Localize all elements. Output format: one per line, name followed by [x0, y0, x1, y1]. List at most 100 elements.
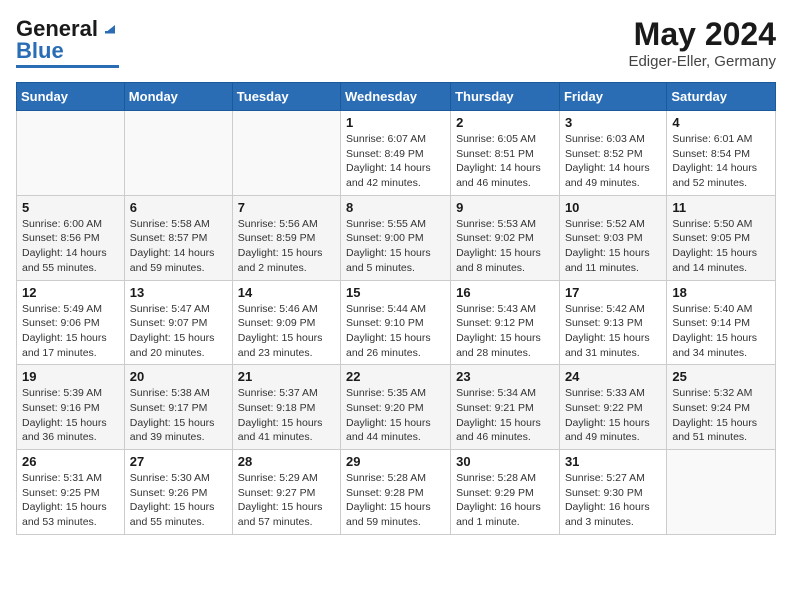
day-number: 1	[346, 115, 445, 130]
day-number: 25	[672, 369, 770, 384]
calendar-cell: 6 Sunrise: 5:58 AM Sunset: 8:57 PM Daylig…	[124, 195, 232, 280]
calendar-cell: 20 Sunrise: 5:38 AM Sunset: 9:17 PM Dayli…	[124, 365, 232, 450]
calendar-cell: 13 Sunrise: 5:47 AM Sunset: 9:07 PM Dayli…	[124, 280, 232, 365]
calendar-cell: 24 Sunrise: 5:33 AM Sunset: 9:22 PM Dayli…	[559, 365, 666, 450]
calendar-cell: 3 Sunrise: 6:03 AM Sunset: 8:52 PM Daylig…	[559, 111, 666, 196]
day-info: Sunrise: 5:47 AM Sunset: 9:07 PM Dayligh…	[130, 302, 227, 361]
day-info: Sunrise: 5:42 AM Sunset: 9:13 PM Dayligh…	[565, 302, 661, 361]
logo-underline	[16, 65, 119, 68]
day-info: Sunrise: 5:28 AM Sunset: 9:29 PM Dayligh…	[456, 471, 554, 530]
calendar-cell: 12Sunrise: 5:49 AM Sunset: 9:06 PM Dayli…	[17, 280, 125, 365]
calendar-cell: 9 Sunrise: 5:53 AM Sunset: 9:02 PM Daylig…	[451, 195, 560, 280]
calendar-cell: 14 Sunrise: 5:46 AM Sunset: 9:09 PM Dayli…	[232, 280, 340, 365]
calendar-week-row: 5 Sunrise: 6:00 AM Sunset: 8:56 PM Daylig…	[17, 195, 776, 280]
weekday-thursday: Thursday	[451, 83, 560, 111]
calendar-table: SundayMondayTuesdayWednesdayThursdayFrid…	[16, 82, 776, 535]
day-number: 23	[456, 369, 554, 384]
calendar-cell: 7Sunrise: 5:56 AM Sunset: 8:59 PM Daylig…	[232, 195, 340, 280]
day-info: Sunrise: 5:52 AM Sunset: 9:03 PM Dayligh…	[565, 217, 661, 276]
calendar-cell: 23Sunrise: 5:34 AM Sunset: 9:21 PM Dayli…	[451, 365, 560, 450]
day-info: Sunrise: 6:05 AM Sunset: 8:51 PM Dayligh…	[456, 132, 554, 191]
calendar-cell: 2 Sunrise: 6:05 AM Sunset: 8:51 PM Daylig…	[451, 111, 560, 196]
day-info: Sunrise: 5:53 AM Sunset: 9:02 PM Dayligh…	[456, 217, 554, 276]
day-number: 18	[672, 285, 770, 300]
day-info: Sunrise: 5:30 AM Sunset: 9:26 PM Dayligh…	[130, 471, 227, 530]
weekday-saturday: Saturday	[667, 83, 776, 111]
day-number: 10	[565, 200, 661, 215]
calendar-cell: 21 Sunrise: 5:37 AM Sunset: 9:18 PM Dayli…	[232, 365, 340, 450]
day-number: 9	[456, 200, 554, 215]
calendar-cell: 1 Sunrise: 6:07 AM Sunset: 8:49 PM Daylig…	[341, 111, 451, 196]
calendar-title: May 2024	[628, 16, 776, 53]
day-number: 27	[130, 454, 227, 469]
calendar-cell	[124, 111, 232, 196]
day-number: 21	[238, 369, 335, 384]
calendar-cell: 5 Sunrise: 6:00 AM Sunset: 8:56 PM Daylig…	[17, 195, 125, 280]
calendar-header: SundayMondayTuesdayWednesdayThursdayFrid…	[17, 83, 776, 111]
day-number: 5	[22, 200, 119, 215]
calendar-cell: 26Sunrise: 5:31 AM Sunset: 9:25 PM Dayli…	[17, 450, 125, 535]
calendar-cell	[17, 111, 125, 196]
day-info: Sunrise: 6:00 AM Sunset: 8:56 PM Dayligh…	[22, 217, 119, 276]
day-info: Sunrise: 6:07 AM Sunset: 8:49 PM Dayligh…	[346, 132, 445, 191]
logo-blue: Blue	[16, 38, 64, 64]
title-area: May 2024 Ediger-Eller, Germany	[628, 16, 776, 70]
calendar-week-row: 19 Sunrise: 5:39 AM Sunset: 9:16 PM Dayli…	[17, 365, 776, 450]
calendar-cell: 11Sunrise: 5:50 AM Sunset: 9:05 PM Dayli…	[667, 195, 776, 280]
calendar-cell	[232, 111, 340, 196]
calendar-cell: 16 Sunrise: 5:43 AM Sunset: 9:12 PM Dayli…	[451, 280, 560, 365]
weekday-sunday: Sunday	[17, 83, 125, 111]
calendar-cell: 25 Sunrise: 5:32 AM Sunset: 9:24 PM Dayli…	[667, 365, 776, 450]
day-number: 24	[565, 369, 661, 384]
day-info: Sunrise: 5:28 AM Sunset: 9:28 PM Dayligh…	[346, 471, 445, 530]
day-info: Sunrise: 5:46 AM Sunset: 9:09 PM Dayligh…	[238, 302, 335, 361]
day-info: Sunrise: 5:32 AM Sunset: 9:24 PM Dayligh…	[672, 386, 770, 445]
day-number: 6	[130, 200, 227, 215]
day-number: 4	[672, 115, 770, 130]
day-info: Sunrise: 5:44 AM Sunset: 9:10 PM Dayligh…	[346, 302, 445, 361]
calendar-cell: 15Sunrise: 5:44 AM Sunset: 9:10 PM Dayli…	[341, 280, 451, 365]
calendar-cell: 28Sunrise: 5:29 AM Sunset: 9:27 PM Dayli…	[232, 450, 340, 535]
day-number: 17	[565, 285, 661, 300]
day-info: Sunrise: 5:33 AM Sunset: 9:22 PM Dayligh…	[565, 386, 661, 445]
weekday-row: SundayMondayTuesdayWednesdayThursdayFrid…	[17, 83, 776, 111]
day-number: 19	[22, 369, 119, 384]
weekday-wednesday: Wednesday	[341, 83, 451, 111]
day-number: 7	[238, 200, 335, 215]
day-number: 12	[22, 285, 119, 300]
calendar-week-row: 12Sunrise: 5:49 AM Sunset: 9:06 PM Dayli…	[17, 280, 776, 365]
logo-arrow-icon	[101, 17, 119, 40]
page-header: General Blue May 2024 Ediger-Eller, Germ…	[16, 16, 776, 70]
calendar-cell: 18 Sunrise: 5:40 AM Sunset: 9:14 PM Dayli…	[667, 280, 776, 365]
day-info: Sunrise: 5:38 AM Sunset: 9:17 PM Dayligh…	[130, 386, 227, 445]
day-number: 2	[456, 115, 554, 130]
calendar-cell: 19 Sunrise: 5:39 AM Sunset: 9:16 PM Dayli…	[17, 365, 125, 450]
day-number: 3	[565, 115, 661, 130]
day-info: Sunrise: 5:50 AM Sunset: 9:05 PM Dayligh…	[672, 217, 770, 276]
day-info: Sunrise: 5:35 AM Sunset: 9:20 PM Dayligh…	[346, 386, 445, 445]
calendar-cell: 4Sunrise: 6:01 AM Sunset: 8:54 PM Daylig…	[667, 111, 776, 196]
calendar-subtitle: Ediger-Eller, Germany	[628, 53, 776, 70]
day-info: Sunrise: 5:43 AM Sunset: 9:12 PM Dayligh…	[456, 302, 554, 361]
day-info: Sunrise: 5:29 AM Sunset: 9:27 PM Dayligh…	[238, 471, 335, 530]
day-info: Sunrise: 5:40 AM Sunset: 9:14 PM Dayligh…	[672, 302, 770, 361]
day-info: Sunrise: 5:39 AM Sunset: 9:16 PM Dayligh…	[22, 386, 119, 445]
logo: General Blue	[16, 16, 119, 68]
day-number: 20	[130, 369, 227, 384]
day-info: Sunrise: 6:03 AM Sunset: 8:52 PM Dayligh…	[565, 132, 661, 191]
day-info: Sunrise: 5:27 AM Sunset: 9:30 PM Dayligh…	[565, 471, 661, 530]
weekday-tuesday: Tuesday	[232, 83, 340, 111]
calendar-cell: 30Sunrise: 5:28 AM Sunset: 9:29 PM Dayli…	[451, 450, 560, 535]
calendar-cell: 31Sunrise: 5:27 AM Sunset: 9:30 PM Dayli…	[559, 450, 666, 535]
day-number: 14	[238, 285, 335, 300]
calendar-body: 1 Sunrise: 6:07 AM Sunset: 8:49 PM Daylig…	[17, 111, 776, 535]
day-info: Sunrise: 5:58 AM Sunset: 8:57 PM Dayligh…	[130, 217, 227, 276]
weekday-monday: Monday	[124, 83, 232, 111]
day-info: Sunrise: 5:55 AM Sunset: 9:00 PM Dayligh…	[346, 217, 445, 276]
calendar-cell: 29Sunrise: 5:28 AM Sunset: 9:28 PM Dayli…	[341, 450, 451, 535]
calendar-cell: 10 Sunrise: 5:52 AM Sunset: 9:03 PM Dayli…	[559, 195, 666, 280]
calendar-week-row: 1 Sunrise: 6:07 AM Sunset: 8:49 PM Daylig…	[17, 111, 776, 196]
day-info: Sunrise: 5:37 AM Sunset: 9:18 PM Dayligh…	[238, 386, 335, 445]
day-number: 13	[130, 285, 227, 300]
day-number: 16	[456, 285, 554, 300]
